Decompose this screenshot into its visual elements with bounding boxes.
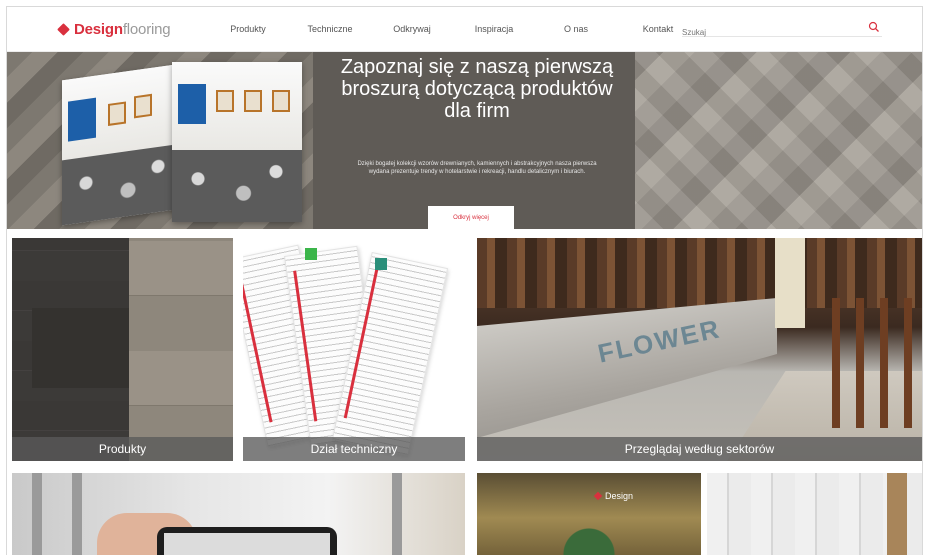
tile-sketch[interactable]: [707, 473, 922, 555]
brochure-image-1: [62, 63, 182, 226]
logo-diamond-icon: [57, 22, 70, 36]
site-logo[interactable]: Design flooring: [57, 20, 171, 38]
nav-item-o-nas[interactable]: O nas: [535, 24, 617, 34]
tile-products-label: Produkty: [12, 437, 233, 461]
window-frame-3: [392, 473, 402, 555]
hero-title: Zapoznaj się z naszą pierwszą broszurą d…: [340, 56, 614, 122]
nav-item-inspiracja[interactable]: Inspiracja: [453, 24, 535, 34]
nav-item-odkrywaj[interactable]: Odkrywaj: [371, 24, 453, 34]
search-input[interactable]: [682, 28, 852, 37]
wood-column: [887, 473, 907, 555]
dark-floor-panel: [32, 308, 129, 388]
hero-description: Dzięki bogatej kolekcji wzorów drewniany…: [357, 161, 597, 175]
phone-screen: [164, 533, 330, 555]
tile-technical-label: Dział techniczny: [243, 437, 465, 461]
logo-text-secondary: flooring: [122, 20, 171, 38]
logo-text-primary: Design: [74, 20, 123, 38]
search-box: [682, 21, 882, 37]
search-icon[interactable]: [868, 21, 880, 33]
brochure-image-2: [172, 62, 302, 222]
tile-technical[interactable]: Dział techniczny: [243, 238, 465, 461]
logo-diamond-icon: [593, 491, 603, 501]
green-tab-2: [375, 258, 387, 270]
green-tab-1: [305, 248, 317, 260]
hero-herringbone-floor: [635, 52, 922, 229]
nav-item-produkty[interactable]: Produkty: [207, 24, 289, 34]
tile-app-preview[interactable]: [12, 473, 465, 555]
tile-sectors-label: Przeglądaj według sektorów: [477, 437, 922, 461]
site-header: Design flooring Produkty Techniczne Odkry…: [7, 7, 922, 52]
bar-stools: [832, 298, 912, 428]
hero-banner: Zapoznaj się z naszą pierwszą broszurą d…: [7, 52, 922, 229]
window-frame-2: [72, 473, 82, 555]
window-frame-1: [32, 473, 42, 555]
nav-item-techniczne[interactable]: Techniczne: [289, 24, 371, 34]
hero-floor-background: [7, 52, 313, 229]
bar-counter: [477, 298, 777, 438]
tile-products[interactable]: Produkty: [12, 238, 233, 461]
wood-floor-sample: [129, 238, 233, 461]
main-nav: Produkty Techniczne Odkrywaj Inspiracja …: [207, 7, 699, 51]
page-frame: Design flooring Produkty Techniczne Odkry…: [6, 6, 923, 555]
tile-sectors[interactable]: FLOWER Przeglądaj według sektorów: [477, 238, 922, 461]
tile-showroom[interactable]: Design: [477, 473, 701, 555]
showroom-logo-text: Design: [605, 491, 634, 501]
bar-pillar: [775, 238, 805, 328]
discover-more-button[interactable]: Odkryj więcej: [428, 206, 514, 229]
showroom-logo: Design: [593, 491, 634, 501]
